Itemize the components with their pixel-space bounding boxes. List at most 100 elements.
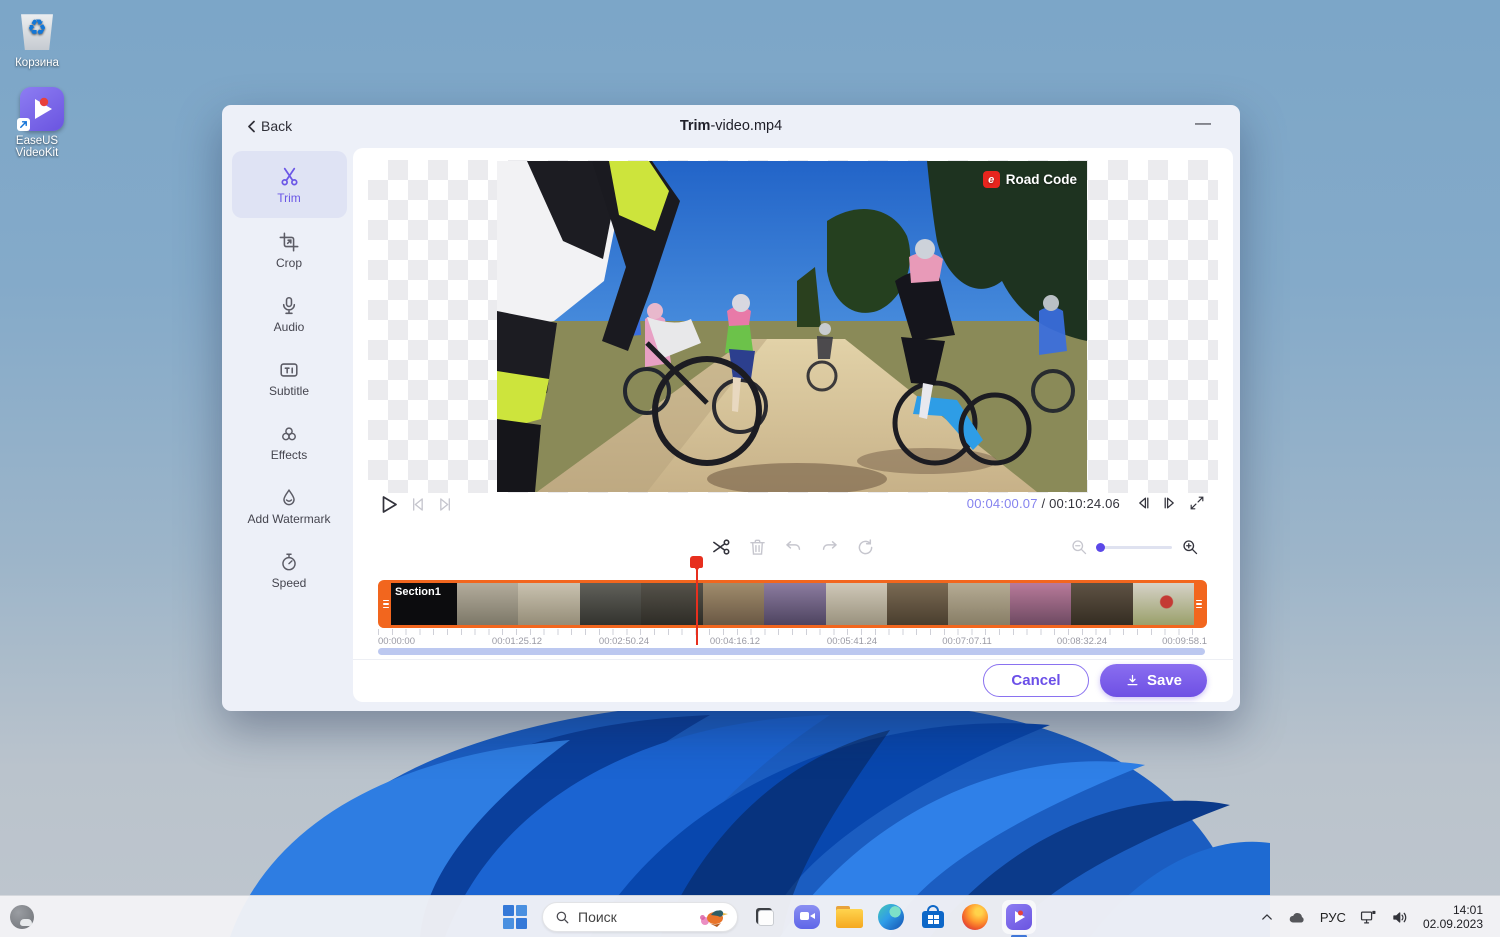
language-indicator[interactable]: РУС bbox=[1320, 910, 1346, 925]
desktop-icon-recycle-bin[interactable]: ♻ Корзина bbox=[0, 8, 74, 69]
firefox-icon bbox=[962, 904, 988, 930]
next-frame-button[interactable] bbox=[1162, 495, 1178, 511]
subtitle-icon bbox=[280, 362, 298, 377]
file-explorer-button[interactable] bbox=[834, 902, 864, 932]
sidebar-item-trim[interactable]: Trim bbox=[231, 151, 347, 218]
ruler-label: 00:07:07.11 bbox=[942, 636, 992, 647]
desktop-icon-easeus-videokit[interactable]: EaseUS VideoKit bbox=[0, 86, 74, 159]
undo-button[interactable] bbox=[783, 537, 804, 558]
volume-icon[interactable] bbox=[1391, 909, 1410, 926]
zoom-slider[interactable] bbox=[1096, 542, 1172, 552]
zoom-slider-handle[interactable] bbox=[1096, 542, 1105, 552]
folder-icon bbox=[835, 906, 863, 928]
speed-stopwatch-icon bbox=[282, 552, 296, 570]
easeus-videokit-taskbar-button[interactable] bbox=[1002, 900, 1036, 937]
ruler-label: 00:04:16.12 bbox=[709, 636, 761, 647]
timeline-thumbnail[interactable] bbox=[641, 583, 703, 625]
playhead-handle[interactable] bbox=[690, 556, 703, 571]
video-preview[interactable]: e Road Code bbox=[497, 161, 1087, 492]
timeline-thumbnail[interactable] bbox=[702, 583, 765, 625]
play-button[interactable] bbox=[381, 495, 398, 514]
window-header: Back Trim-video.mp4 — bbox=[222, 105, 1240, 149]
skip-to-end-button[interactable] bbox=[437, 496, 454, 513]
ruler-label: 00:00:00 bbox=[378, 636, 415, 647]
cut-scissors-button[interactable] bbox=[710, 536, 732, 558]
previous-frame-button[interactable] bbox=[1135, 495, 1151, 511]
delete-button[interactable] bbox=[747, 537, 768, 558]
edge-icon bbox=[878, 904, 904, 930]
sidebar-item-label: Audio bbox=[273, 319, 305, 334]
ruler-label: 00:01:25.12 bbox=[491, 636, 543, 647]
timeline-thumbnail[interactable] bbox=[579, 583, 642, 625]
timeline-thumbnail[interactable] bbox=[825, 583, 887, 625]
sidebar-item-label: Effects bbox=[270, 447, 308, 462]
timeline-thumbnail[interactable] bbox=[457, 583, 519, 625]
system-tray: РУС 14:01 02.09.2023 bbox=[1260, 896, 1500, 937]
timeline-thumbnail[interactable] bbox=[1009, 583, 1072, 625]
zoom-out-icon[interactable] bbox=[1070, 538, 1088, 556]
timeline-thumbnail[interactable] bbox=[518, 583, 580, 625]
microsoft-store-button[interactable] bbox=[918, 902, 948, 932]
timeline-thumbnail[interactable] bbox=[764, 583, 826, 625]
recycle-bin-icon: ♻ bbox=[14, 8, 60, 54]
total-time: 00:10:24.06 bbox=[1049, 495, 1120, 511]
redo-button[interactable] bbox=[819, 537, 840, 558]
start-button[interactable] bbox=[500, 902, 530, 932]
sidebar-item-label: Speed bbox=[271, 575, 307, 590]
save-button[interactable]: Save bbox=[1100, 664, 1207, 697]
sidebar-item-subtitle[interactable]: Subtitle bbox=[232, 346, 347, 410]
download-icon bbox=[1127, 674, 1138, 686]
window-title: Trim-video.mp4 bbox=[679, 118, 783, 134]
edit-toolbar bbox=[710, 536, 876, 558]
taskbar-clock[interactable]: 14:01 02.09.2023 bbox=[1423, 903, 1483, 931]
network-icon[interactable] bbox=[1359, 909, 1378, 926]
skip-to-start-button[interactable] bbox=[409, 496, 426, 513]
minimize-button[interactable]: — bbox=[1192, 113, 1214, 135]
task-view-button[interactable] bbox=[750, 902, 780, 932]
search-box[interactable]: Поиск bbox=[542, 902, 738, 932]
sidebar-item-add-watermark[interactable]: Add Watermark bbox=[232, 474, 347, 538]
section-label: Section1 bbox=[395, 586, 441, 598]
sidebar-item-audio[interactable]: Audio bbox=[232, 282, 347, 346]
easeus-icon bbox=[1006, 904, 1032, 930]
sidebar-item-speed[interactable]: Speed bbox=[232, 538, 347, 602]
edge-browser-button[interactable] bbox=[876, 902, 906, 932]
time-and-frame-controls: 00:04:00.07 / 00:10:24.06 bbox=[967, 495, 1205, 511]
sidebar-item-label: Trim bbox=[277, 190, 301, 205]
clock-time: 14:01 bbox=[1452, 903, 1483, 917]
video-frame bbox=[497, 161, 1087, 492]
crop-icon bbox=[279, 232, 299, 251]
timeline-thumbnail[interactable] bbox=[1132, 583, 1195, 625]
rotate-button[interactable] bbox=[855, 537, 876, 558]
timeline-clip[interactable]: Section1 bbox=[378, 580, 1207, 628]
timeline-left-trim-handle[interactable] bbox=[381, 583, 391, 625]
chat-icon bbox=[794, 905, 820, 929]
easeus-videokit-label: EaseUS VideoKit bbox=[15, 135, 59, 159]
timeline-thumbnail[interactable] bbox=[1071, 583, 1133, 625]
search-icon bbox=[556, 911, 569, 923]
playhead-line[interactable] bbox=[696, 569, 698, 645]
timeline-thumbnail[interactable] bbox=[948, 583, 1010, 625]
microphone-icon bbox=[282, 296, 296, 314]
timeline-thumbnail[interactable]: Section1 bbox=[391, 583, 457, 625]
chat-app-button[interactable] bbox=[792, 902, 822, 932]
timeline-scrollbar[interactable] bbox=[378, 648, 1205, 655]
sidebar-item-crop[interactable]: Crop bbox=[232, 218, 347, 282]
zoom-in-icon[interactable] bbox=[1181, 538, 1199, 556]
desktop: ♻ Корзина EaseUS VideoKit Back Trim-vide bbox=[0, 0, 1500, 937]
clock-date: 02.09.2023 bbox=[1422, 917, 1483, 931]
fullscreen-button[interactable] bbox=[1189, 495, 1205, 511]
sidebar: Trim Crop Audio Subtitle Effects Add Wat… bbox=[230, 151, 348, 602]
taskbar-center: Поиск bbox=[500, 896, 1036, 937]
timeline-thumbnails[interactable]: Section1 bbox=[391, 583, 1195, 625]
timeline-thumbnail[interactable] bbox=[886, 583, 949, 625]
sidebar-item-effects[interactable]: Effects bbox=[232, 410, 347, 474]
footer-divider bbox=[353, 659, 1233, 660]
firefox-button[interactable] bbox=[960, 902, 990, 932]
easeus-trim-window: Back Trim-video.mp4 — Trim Crop Audio Su… bbox=[222, 105, 1240, 711]
onedrive-cloud-icon[interactable] bbox=[1287, 910, 1307, 925]
tray-chevron-up-icon[interactable] bbox=[1260, 910, 1274, 924]
cancel-button[interactable]: Cancel bbox=[983, 664, 1089, 697]
timeline-right-trim-handle[interactable] bbox=[1194, 583, 1204, 625]
widgets-button[interactable] bbox=[10, 905, 34, 929]
